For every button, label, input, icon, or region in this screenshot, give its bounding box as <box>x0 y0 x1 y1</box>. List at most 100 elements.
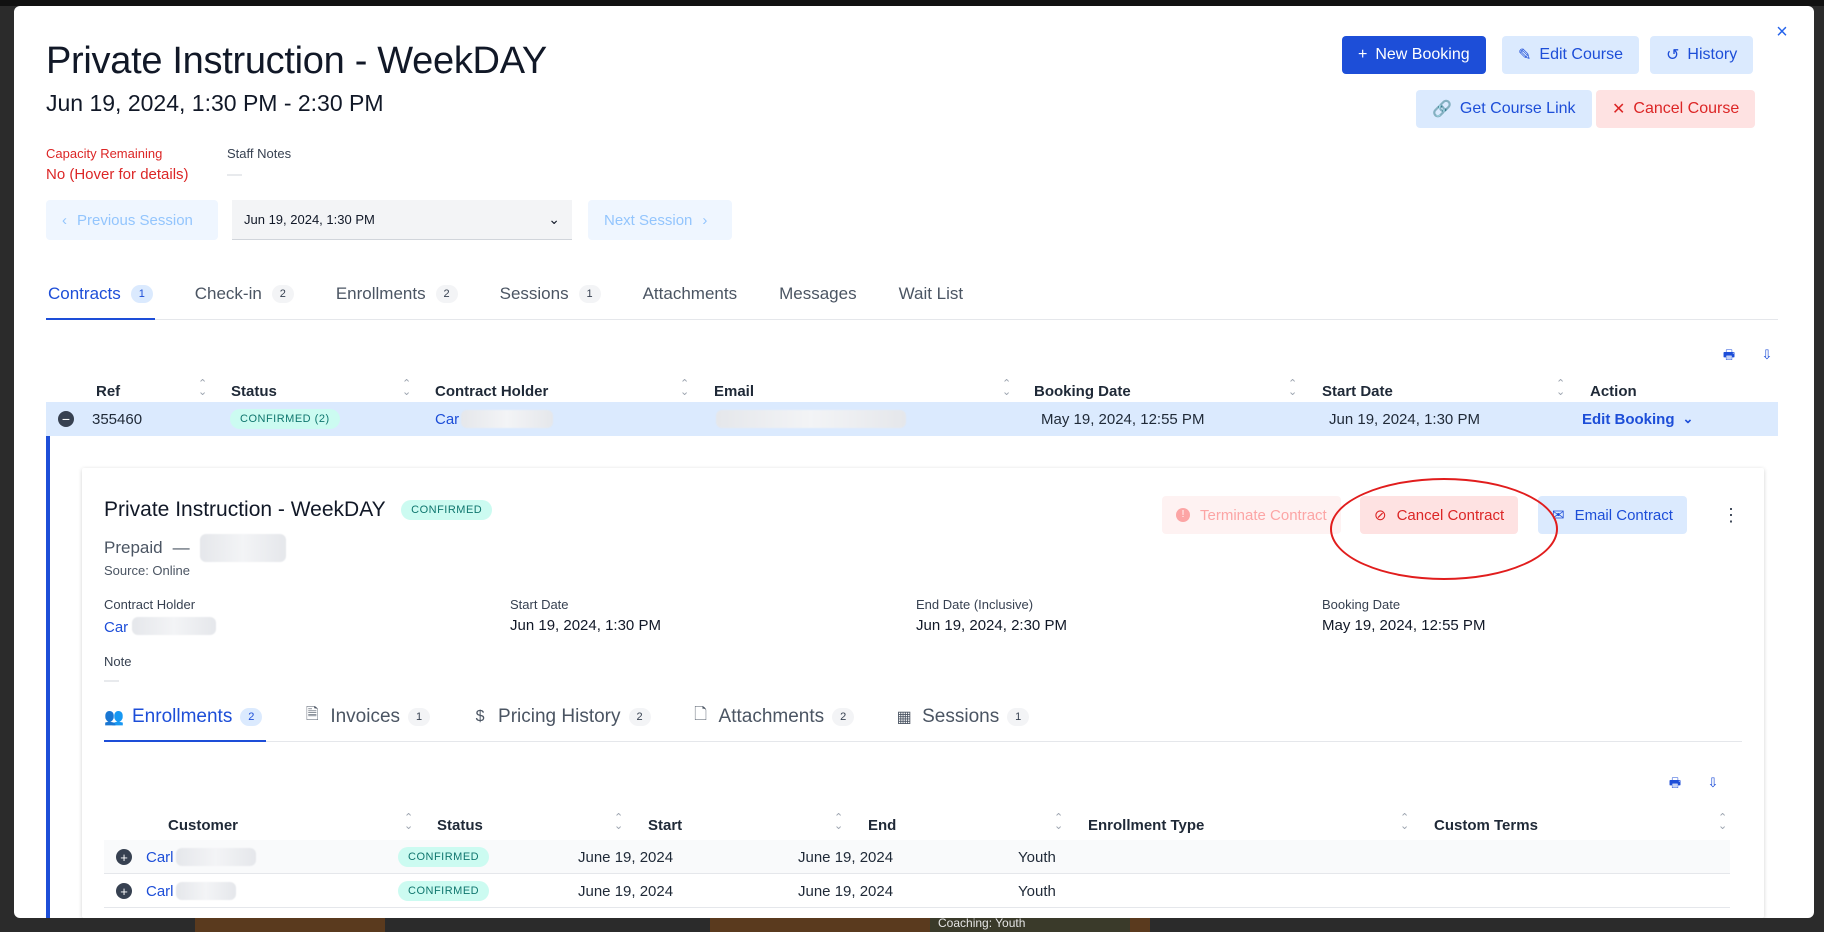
staff-notes-label: Staff Notes <box>227 146 292 161</box>
page-title: Private Instruction - WeekDAY <box>46 40 547 82</box>
close-icon[interactable]: × <box>1770 20 1794 44</box>
edit-booking-button[interactable]: Edit Booking ⌄ <box>1582 402 1693 436</box>
tab-count-badge: 1 <box>408 707 431 726</box>
export-icon[interactable]: ⇩ <box>1758 346 1776 364</box>
table-row[interactable]: + Carl CONFIRMED June 19, 2024 June 19, … <box>104 840 1730 874</box>
collapse-row-icon[interactable]: − <box>58 411 74 427</box>
alert-icon: ! <box>1176 508 1190 522</box>
column-header-booking-date[interactable]: Booking Date <box>1034 383 1131 400</box>
contract-holder-label: Contract Holder <box>104 597 196 612</box>
document-icon: 🗎 <box>305 706 319 723</box>
subtab-pricing-history[interactable]: $ Pricing History 2 <box>470 692 654 741</box>
status-badge: CONFIRMED <box>398 881 490 901</box>
expand-row-icon[interactable]: + <box>116 849 132 865</box>
payment-line: Prepaid — <box>104 534 286 562</box>
tab-count-badge: 2 <box>271 284 294 303</box>
capacity-label: Capacity Remaining <box>46 146 163 161</box>
column-header-end[interactable]: End <box>868 817 896 834</box>
plus-icon: + <box>1358 46 1368 63</box>
terminate-contract-button[interactable]: ! Terminate Contract <box>1162 496 1341 534</box>
column-header-contract-holder[interactable]: Contract Holder <box>435 383 548 400</box>
table-row[interactable]: − 355460 CONFIRMED (2) Car May 19, 2024,… <box>46 402 1778 436</box>
sort-icon[interactable]: ⌃ ⌄ <box>402 379 411 398</box>
sort-icon[interactable]: ⌃ ⌄ <box>680 379 689 398</box>
column-header-start[interactable]: Start <box>648 817 682 834</box>
sort-icon[interactable]: ⌃ ⌄ <box>1002 379 1011 398</box>
tab-contracts[interactable]: Contracts 1 <box>46 268 155 320</box>
link-icon: 🔗 <box>1432 101 1452 118</box>
cancel-course-button[interactable]: ✕ Cancel Course <box>1596 90 1756 128</box>
pencil-icon: ✎ <box>1518 47 1532 64</box>
new-booking-button[interactable]: + New Booking <box>1342 36 1486 74</box>
tab-messages[interactable]: Messages <box>777 268 858 319</box>
tab-attachments[interactable]: Attachments <box>641 268 740 319</box>
print-icon[interactable]: 🖶 <box>1720 346 1738 364</box>
session-select[interactable]: Jun 19, 2024, 1:30 PM ⌄ <box>232 200 572 240</box>
column-header-ref[interactable]: Ref <box>96 383 120 400</box>
chevron-down-icon: ⌄ <box>1682 411 1694 426</box>
column-header-customer[interactable]: Customer <box>168 817 238 834</box>
tab-count-badge: 1 <box>578 284 601 303</box>
note-value: — <box>104 672 119 689</box>
table-row[interactable]: + Carl CONFIRMED June 19, 2024 June 19, … <box>104 874 1730 908</box>
previous-session-button[interactable]: ‹ Previous Session <box>46 200 218 240</box>
customer-link[interactable]: Carl <box>146 849 174 866</box>
enrollment-start: June 19, 2024 <box>578 848 674 866</box>
capacity-value[interactable]: No (Hover for details) <box>46 166 189 183</box>
column-header-start-date[interactable]: Start Date <box>1322 383 1393 400</box>
end-date-value: Jun 19, 2024, 2:30 PM <box>916 617 1067 634</box>
sort-icon[interactable]: ⌃ ⌄ <box>1718 813 1727 832</box>
tab-count-badge: 2 <box>435 284 458 303</box>
customer-link[interactable]: Carl <box>146 883 174 900</box>
redacted-name <box>132 617 217 635</box>
redacted-name <box>175 882 236 900</box>
sort-icon[interactable]: ⌃ ⌄ <box>1400 813 1409 832</box>
contract-holder-link[interactable]: Car <box>435 411 459 428</box>
next-session-button[interactable]: Next Session › <box>588 200 732 240</box>
expand-row-icon[interactable]: + <box>116 883 132 899</box>
prohibited-icon: ⊘ <box>1374 507 1387 524</box>
export-icon[interactable]: ⇩ <box>1704 774 1722 792</box>
history-button[interactable]: ↺ History <box>1650 36 1754 74</box>
tab-enrollments[interactable]: Enrollments 2 <box>334 268 460 319</box>
email-contract-button[interactable]: ✉ Email Contract <box>1538 496 1687 534</box>
start-date-value: Jun 19, 2024, 1:30 PM <box>1329 410 1480 428</box>
enrollment-end: June 19, 2024 <box>798 882 894 900</box>
course-tabs: Contracts 1 Check-in 2 Enrollments 2 Ses… <box>46 268 1778 320</box>
envelope-icon: ✉ <box>1552 507 1565 524</box>
cancel-contract-button[interactable]: ⊘ Cancel Contract <box>1360 496 1519 534</box>
sort-icon[interactable]: ⌃ ⌄ <box>1556 379 1565 398</box>
tab-wait-list[interactable]: Wait List <box>897 268 966 319</box>
status-badge: CONFIRMED (2) <box>230 409 340 429</box>
redacted-email <box>716 410 906 428</box>
column-header-custom-terms[interactable]: Custom Terms <box>1434 817 1538 834</box>
enrollment-start: June 19, 2024 <box>578 882 674 900</box>
column-header-email[interactable]: Email <box>714 383 754 400</box>
subtab-enrollments[interactable]: 👥 Enrollments 2 <box>104 692 267 742</box>
tab-sessions[interactable]: Sessions 1 <box>498 268 603 319</box>
tab-check-in[interactable]: Check-in 2 <box>193 268 296 319</box>
contract-holder-value: Car <box>104 617 217 636</box>
print-icon[interactable]: 🖶 <box>1666 774 1684 792</box>
contract-detail-card: Private Instruction - WeekDAY CONFIRMED … <box>82 468 1764 918</box>
enrollment-end: June 19, 2024 <box>798 848 894 866</box>
column-header-status[interactable]: Status <box>231 383 277 400</box>
sort-icon[interactable]: ⌃ ⌄ <box>1054 813 1063 832</box>
sort-icon[interactable]: ⌃ ⌄ <box>614 813 623 832</box>
column-header-enrollment-type[interactable]: Enrollment Type <box>1088 817 1204 834</box>
subtab-attachments[interactable]: 🗋 Attachments 2 <box>691 692 859 741</box>
sort-icon[interactable]: ⌃ ⌄ <box>1288 379 1297 398</box>
dollar-icon: $ <box>475 707 485 725</box>
more-options-icon[interactable]: ⋮ <box>1722 502 1740 528</box>
get-course-link-button[interactable]: 🔗 Get Course Link <box>1416 90 1592 128</box>
subtab-sessions[interactable]: ▦ Sessions 1 <box>894 692 1033 741</box>
sort-icon[interactable]: ⌃ ⌄ <box>404 813 413 832</box>
column-header-status[interactable]: Status <box>437 817 483 834</box>
end-date-label: End Date (Inclusive) <box>916 597 1034 612</box>
edit-course-button[interactable]: ✎ Edit Course <box>1502 36 1639 74</box>
redacted-name <box>461 410 554 428</box>
sort-icon[interactable]: ⌃ ⌄ <box>198 379 207 398</box>
tab-count-badge: 2 <box>240 707 263 726</box>
subtab-invoices[interactable]: 🗎 Invoices 1 <box>302 692 434 741</box>
sort-icon[interactable]: ⌃ ⌄ <box>834 813 843 832</box>
